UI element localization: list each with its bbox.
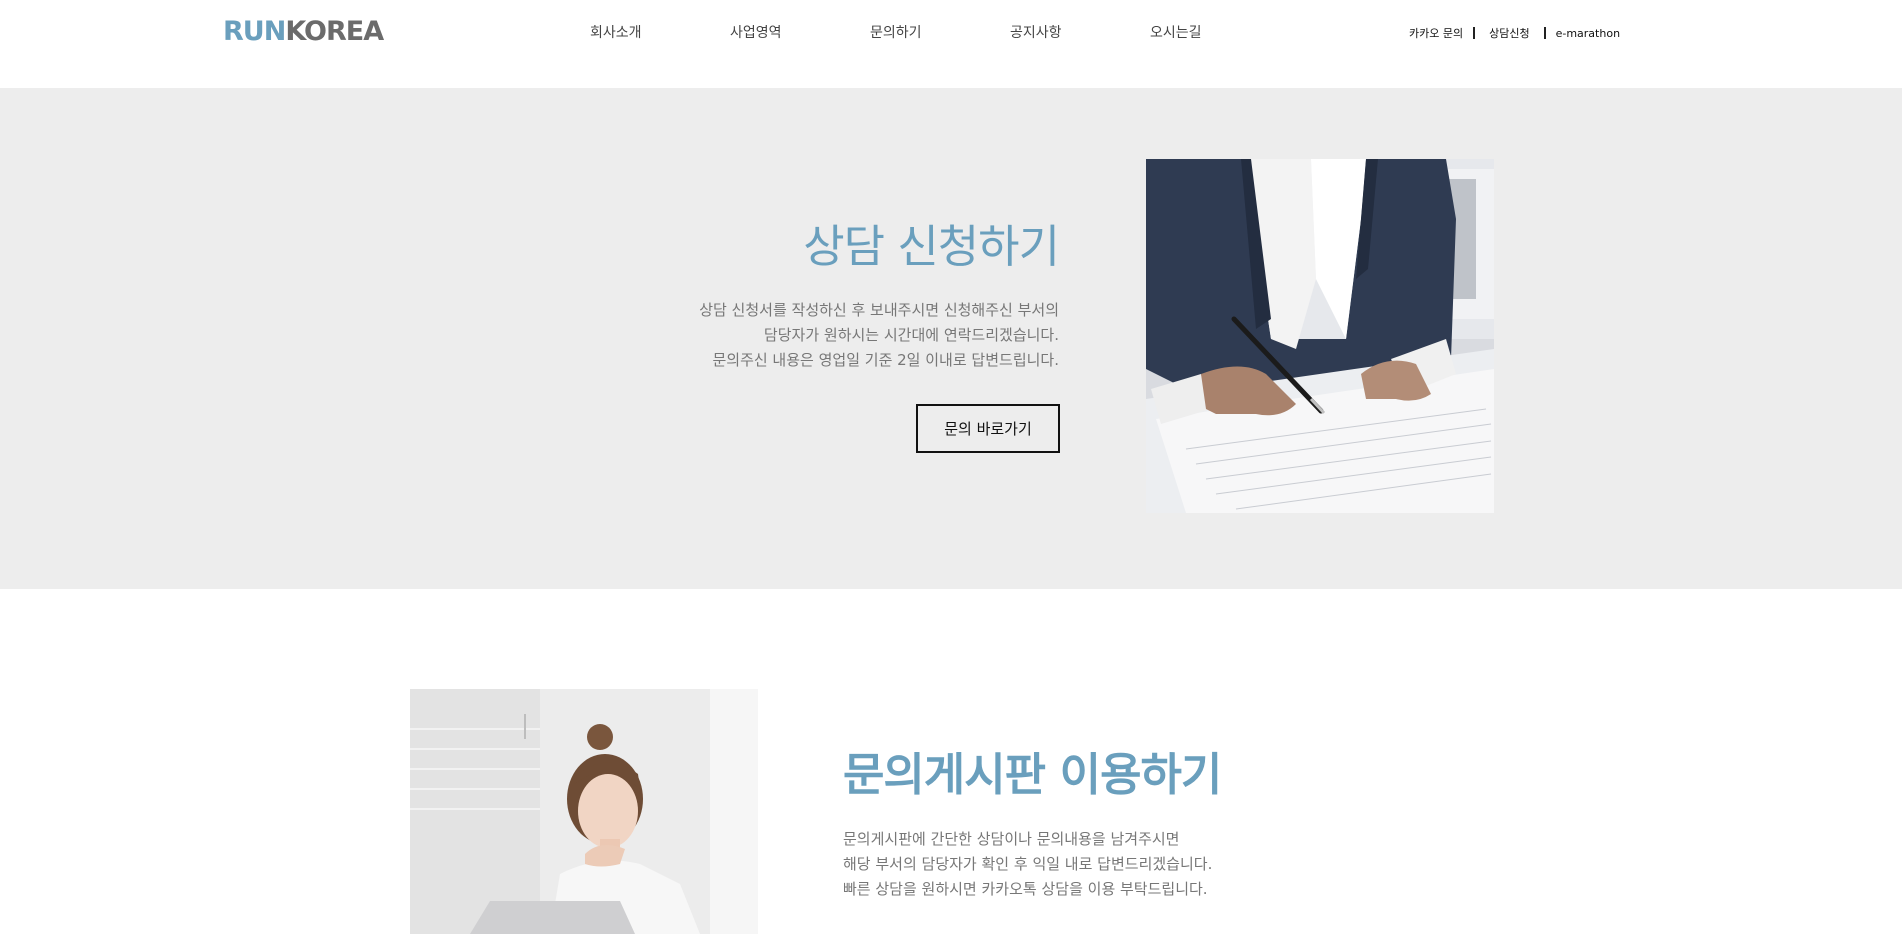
board-title: 문의게시판 이용하기 xyxy=(843,748,1222,801)
nav-item-notice[interactable]: 공지사항 xyxy=(1010,22,1150,42)
site-header: RUNKOREA 회사소개 사업영역 문의하기 공지사항 오시는길 카카오 문의… xyxy=(0,0,1902,88)
consult-title: 상담 신청하기 xyxy=(803,220,1060,273)
nav-item-inquiry[interactable]: 문의하기 xyxy=(870,22,1010,42)
board-desc-line: 문의게시판에 간단한 상담이나 문의내용을 남겨주시면 xyxy=(843,830,1180,848)
logo-run: RUN xyxy=(223,16,286,47)
businessman-writing-photo xyxy=(1146,159,1494,513)
util-divider xyxy=(1473,27,1476,39)
e-marathon-link[interactable]: e-marathon xyxy=(1556,27,1620,40)
board-description: 문의게시판에 간단한 상담이나 문의내용을 남겨주시면 해당 부서의 담당자가 … xyxy=(843,827,1212,902)
util-divider xyxy=(1543,27,1546,39)
inquiry-shortcut-button[interactable]: 문의 바로가기 xyxy=(916,404,1060,453)
logo-link[interactable]: RUNKOREA xyxy=(223,16,384,47)
main-nav: 회사소개 사업영역 문의하기 공지사항 오시는길 xyxy=(590,22,1290,42)
consult-desc-line: 담당자가 원하시는 시간대에 연락드리겠습니다. xyxy=(763,326,1059,344)
board-desc-line: 해당 부서의 담당자가 확인 후 익일 내로 답변드리겠습니다. xyxy=(843,855,1213,873)
logo-korea: KOREA xyxy=(285,16,384,47)
consult-desc-line: 문의주신 내용은 영업일 기준 2일 이내로 답변드립니다. xyxy=(712,351,1059,369)
woman-laptop-photo xyxy=(410,689,758,934)
nav-item-company[interactable]: 회사소개 xyxy=(590,22,730,42)
consult-description: 상담 신청서를 작성하신 후 보내주시면 신청해주신 부서의 담당자가 원하시는… xyxy=(699,298,1059,373)
consult-section: 상담 신청하기 상담 신청서를 작성하신 후 보내주시면 신청해주신 부서의 담… xyxy=(0,88,1902,589)
consult-apply-link[interactable]: 상담신청 xyxy=(1489,25,1529,41)
utility-links: 카카오 문의 상담신청 e-marathon xyxy=(1409,25,1620,41)
nav-item-location[interactable]: 오시는길 xyxy=(1150,22,1290,42)
kakao-inquiry-link[interactable]: 카카오 문의 xyxy=(1409,25,1463,41)
board-desc-line: 빠른 상담을 원하시면 카카오톡 상담을 이용 부탁드립니다. xyxy=(843,880,1208,898)
nav-item-business[interactable]: 사업영역 xyxy=(730,22,870,42)
consult-desc-line: 상담 신청서를 작성하신 후 보내주시면 신청해주신 부서의 xyxy=(699,301,1059,319)
